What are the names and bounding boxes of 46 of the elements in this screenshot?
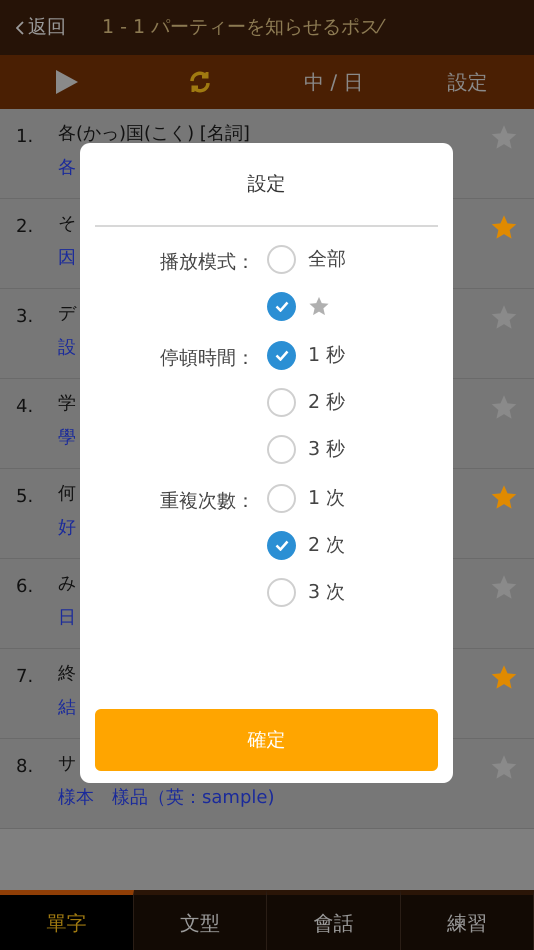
row-number: 7. xyxy=(16,665,34,689)
radio-option[interactable]: 2 次 xyxy=(267,528,346,562)
radio-option[interactable]: 3 次 xyxy=(267,576,346,608)
settings-button[interactable]: 設定 xyxy=(400,67,534,97)
word-text: 何 xyxy=(58,483,76,505)
row-number: 6. xyxy=(16,575,34,599)
meaning-text: 好 xyxy=(58,517,76,539)
row-number: 2. xyxy=(16,215,34,239)
radio-option[interactable]: 1 次 xyxy=(267,482,346,514)
language-toggle[interactable]: 中 / 日 xyxy=(267,67,400,97)
meaning-text: 結 xyxy=(58,697,76,719)
row-number: 5. xyxy=(16,485,34,509)
tab[interactable]: 文型 xyxy=(134,890,267,950)
tab[interactable]: 練習 xyxy=(400,890,534,950)
meaning-text: 各 xyxy=(58,157,76,179)
row-number: 1. xyxy=(16,125,34,149)
row-number: 3. xyxy=(16,305,34,329)
dialog-title: 設定 xyxy=(95,143,438,226)
radio-option[interactable]: 3 秒 xyxy=(267,432,346,466)
option-label: 停頓時間： xyxy=(159,346,256,370)
option-label: 重複次數： xyxy=(159,488,256,514)
word-text: そ xyxy=(58,213,76,235)
meaning-text: 學 xyxy=(58,427,76,449)
meaning-text: 日 xyxy=(58,607,76,629)
back-button[interactable]: 返回 xyxy=(16,13,66,42)
word-text: 学 xyxy=(58,393,76,415)
word-text: み xyxy=(58,573,76,595)
tab[interactable]: 會話 xyxy=(267,890,400,950)
radio-option[interactable]: 全部 xyxy=(267,242,346,276)
word-text: デ xyxy=(58,303,76,325)
meaning-text: 様本 樣品（英：sample) xyxy=(58,787,274,809)
word-text: サ xyxy=(58,753,76,775)
row-number: 4. xyxy=(16,395,34,419)
word-text: 各(かっ)国(こく) [名詞] xyxy=(58,123,250,145)
tab[interactable]: 單字 xyxy=(0,890,134,950)
option-label: 播放模式： xyxy=(159,250,256,274)
row-number: 8. xyxy=(16,755,34,779)
play-icon xyxy=(56,70,78,94)
meaning-text: 設 xyxy=(58,337,76,359)
word-text: 終 xyxy=(58,663,76,685)
chevron-left-icon xyxy=(16,20,24,34)
meaning-text: 因 xyxy=(58,247,76,269)
radio-option[interactable]: 2 秒 xyxy=(267,386,346,418)
radio-option[interactable]: 1 秒 xyxy=(267,338,346,372)
refresh-icon xyxy=(188,70,212,94)
star-icon xyxy=(308,295,330,317)
